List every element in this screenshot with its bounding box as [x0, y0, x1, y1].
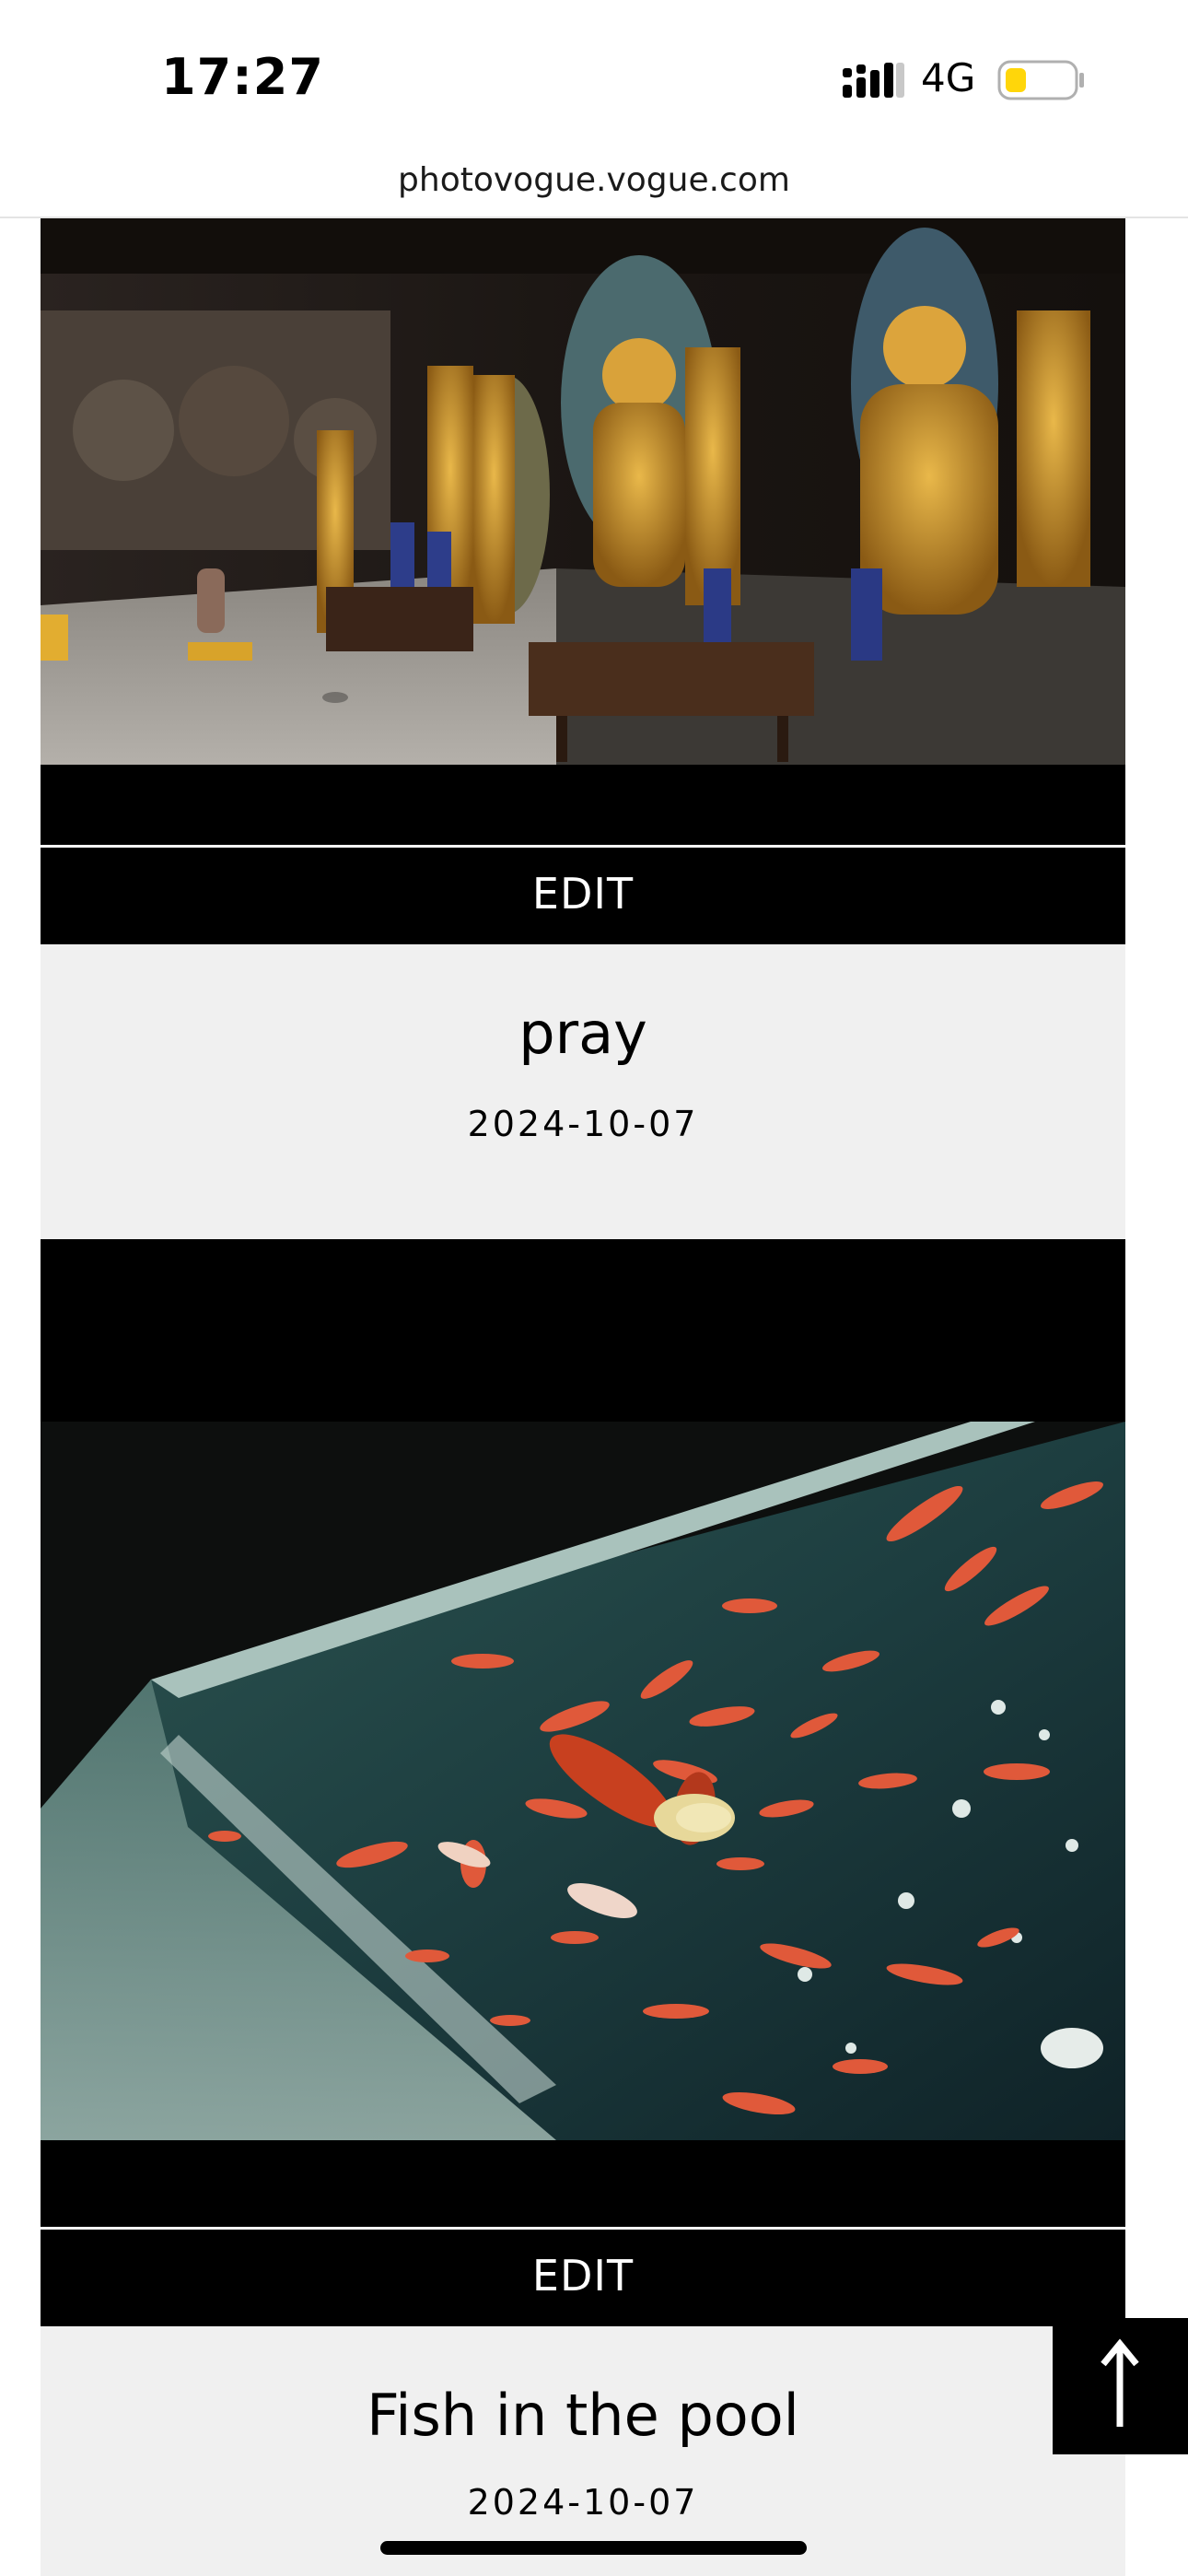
edit-button[interactable]: EDIT [41, 845, 1125, 944]
screen: 17:27 4G photovogue.vogue.com EDIT pray … [0, 0, 1188, 2576]
arrow-up-icon [1101, 2338, 1139, 2427]
photo-date: 2024-10-07 [467, 2482, 699, 2523]
status-bar: 17:27 4G [0, 0, 1188, 152]
photo-card-pray[interactable] [41, 218, 1125, 845]
goldfish-tank-photo [41, 1422, 1125, 2140]
home-indicator[interactable] [380, 2541, 807, 2555]
photo-date: 2024-10-07 [467, 1104, 699, 1144]
url-text: photovogue.vogue.com [398, 161, 790, 199]
photo-caption: Fish in the pool 2024-10-07 [41, 2326, 1125, 2576]
status-time: 17:27 [161, 48, 324, 106]
edit-button[interactable]: EDIT [41, 2227, 1125, 2326]
scroll-to-top-button[interactable] [1053, 2318, 1188, 2454]
battery-low-power-icon [997, 60, 1084, 100]
network-type-label: 4G [921, 55, 976, 100]
temple-buddha-statues-photo [41, 218, 1125, 765]
address-bar[interactable]: photovogue.vogue.com [0, 152, 1188, 218]
photo-card-fish-in-the-pool[interactable] [41, 1239, 1125, 2227]
photo-caption: pray 2024-10-07 [41, 944, 1125, 1239]
photo-title[interactable]: pray [41, 1000, 1125, 1067]
photo-title[interactable]: Fish in the pool [41, 2382, 1125, 2449]
cellular-signal-icon [843, 63, 904, 98]
photo-feed: EDIT pray 2024-10-07 EDIT Fish in the po… [41, 218, 1125, 2576]
